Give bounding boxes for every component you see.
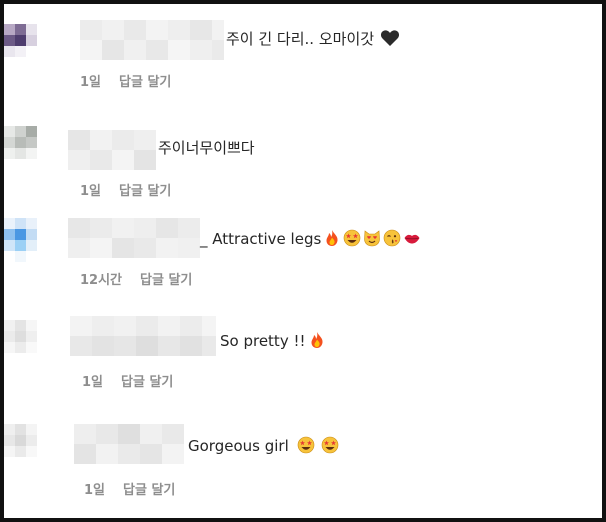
- reply-button[interactable]: 답글 달기: [119, 75, 171, 90]
- comment-body: Gorgeous girl: [188, 437, 289, 455]
- comment-body: _ Attractive legs: [200, 230, 322, 248]
- comments-panel: 주이 긴 다리.. 오마이갓 1일답글 달기 주이너무이쁘다 1일답글 달기: [0, 0, 606, 522]
- star-struck-icon: [297, 436, 315, 454]
- star-struck-icon: [343, 229, 361, 247]
- comment-text: _ Attractive legs: [200, 229, 421, 249]
- avatar[interactable]: [4, 320, 48, 364]
- comment-time: 1일: [82, 375, 104, 390]
- comment-meta: 1일 답글 달기: [82, 374, 173, 392]
- winking-kiss-icon: [383, 229, 401, 247]
- reply-button[interactable]: 답글 달기: [140, 273, 192, 288]
- smiling-cat-heart-eyes-icon: [364, 230, 381, 247]
- comment-meta: 12시간 답글 달기: [80, 272, 192, 290]
- reply-button[interactable]: 답글 달기: [123, 483, 175, 498]
- comment-time: 12시간: [80, 273, 123, 288]
- reply-button[interactable]: 답글 달기: [119, 184, 171, 199]
- comment-time: 1일: [80, 75, 102, 90]
- avatar[interactable]: [4, 424, 48, 468]
- comment-time: 1일: [80, 184, 102, 199]
- fire-icon: [311, 332, 323, 348]
- comment-text: Gorgeous girl: [188, 436, 339, 456]
- fire-icon: [326, 230, 338, 246]
- comment-body: So pretty !!: [220, 332, 306, 350]
- comment-text: 주이 긴 다리.. 오마이갓: [226, 29, 400, 49]
- comment-text: 주이너무이쁘다: [158, 138, 255, 158]
- username-blurred[interactable]: [68, 130, 156, 170]
- comment-body: 주이너무이쁘다: [158, 139, 255, 157]
- comment-time: 1일: [84, 483, 106, 498]
- comment-meta: 1일 답글 달기: [80, 183, 171, 201]
- comment-text: So pretty !!: [220, 331, 326, 351]
- avatar[interactable]: [4, 24, 48, 68]
- avatar[interactable]: [4, 126, 48, 170]
- comment-body: 주이 긴 다리.. 오마이갓: [226, 30, 375, 48]
- kiss-lips-icon: [404, 234, 420, 244]
- comment-meta: 1일 답글 달기: [80, 74, 171, 92]
- comment-meta: 1일 답글 달기: [84, 482, 175, 500]
- reply-button[interactable]: 답글 달기: [121, 375, 173, 390]
- black-heart-icon: [381, 30, 400, 46]
- username-blurred[interactable]: [68, 218, 200, 258]
- star-struck-icon: [321, 436, 339, 454]
- username-blurred[interactable]: [74, 424, 184, 464]
- avatar[interactable]: [4, 218, 48, 262]
- username-blurred[interactable]: [80, 20, 224, 60]
- username-blurred[interactable]: [70, 316, 216, 356]
